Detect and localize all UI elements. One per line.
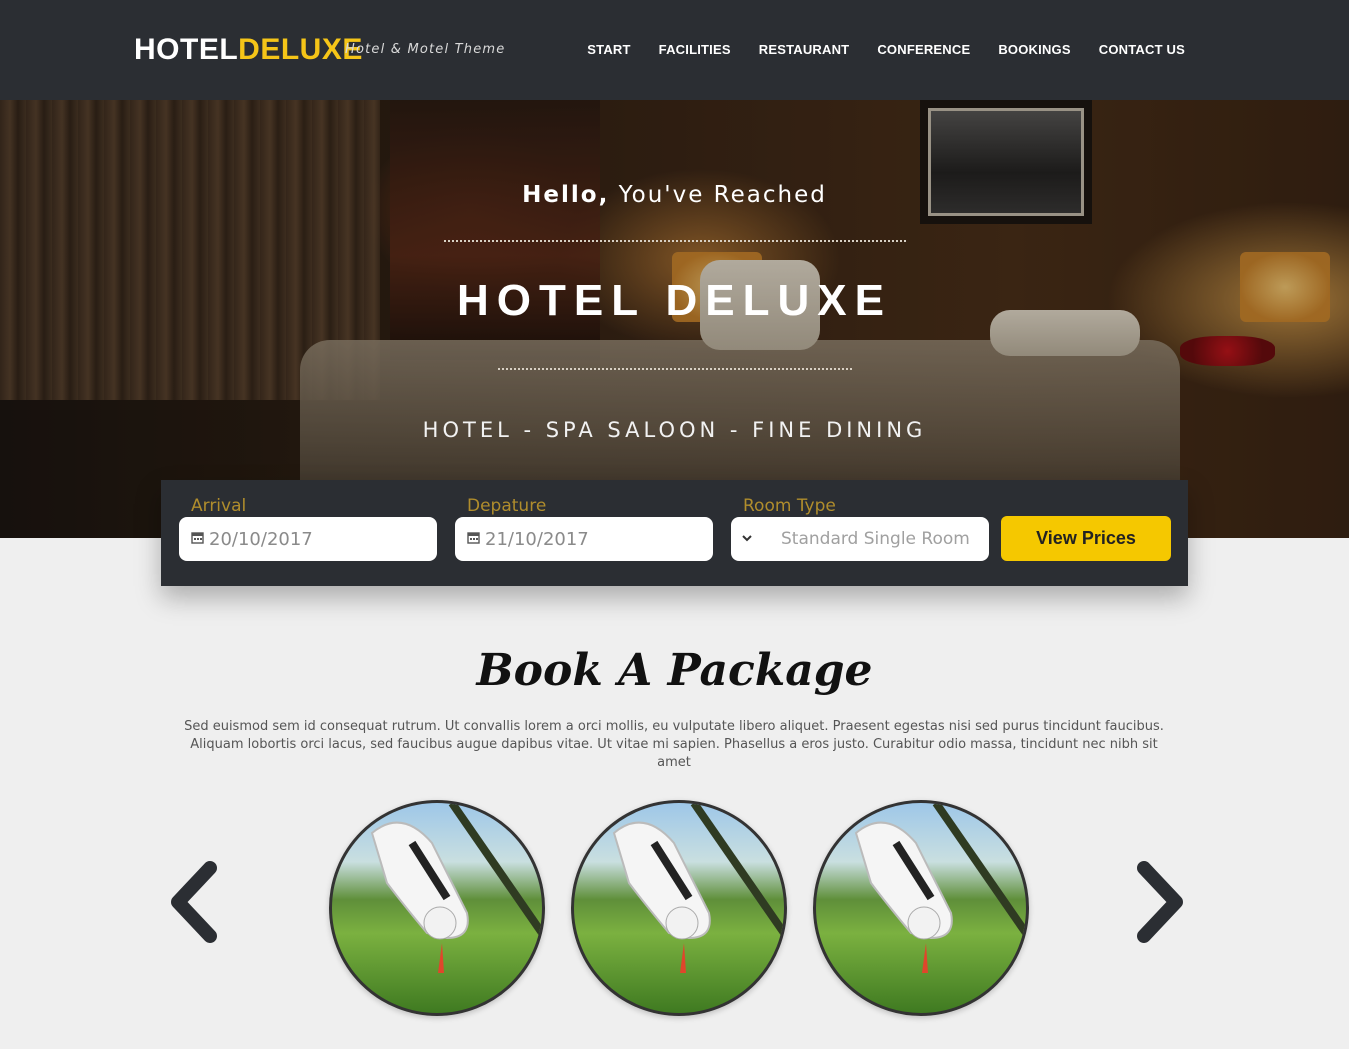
- hero-title: HOTEL DELUXE: [456, 276, 892, 325]
- nav-facilities[interactable]: FACILITIES: [659, 42, 731, 57]
- arrival-date-field[interactable]: 20/10/2017: [179, 517, 437, 561]
- package-description: Sed euismod sem id consequat rutrum. Ut …: [184, 719, 1164, 770]
- golf-glove-image: [370, 803, 542, 973]
- chevron-down-icon: [741, 531, 753, 547]
- hero-subtitle: HOTEL - SPA SALOON - FINE DINING: [422, 418, 927, 442]
- logo-text-hotel: HOTEL: [134, 33, 239, 66]
- site-header: HOTELDELUXE Hotel & Motel Theme START FA…: [0, 0, 1349, 100]
- hero-greeting-rest: You've Reached: [618, 182, 827, 208]
- hero-divider-bottom: [498, 368, 852, 370]
- arrival-label: Arrival: [191, 496, 247, 516]
- nav-contact-us[interactable]: CONTACT US: [1099, 42, 1185, 57]
- main-nav: START FACILITIES RESTAURANT CONFERENCE B…: [587, 42, 1185, 57]
- room-type-label: Room Type: [743, 496, 836, 516]
- departure-date-value: 21/10/2017: [485, 528, 589, 550]
- nav-start[interactable]: START: [587, 42, 630, 57]
- package-title: Book A Package: [476, 645, 873, 696]
- calendar-icon: [191, 531, 204, 548]
- chevron-right-icon: [1137, 861, 1183, 943]
- view-prices-button[interactable]: View Prices: [1001, 516, 1171, 561]
- calendar-icon: [467, 531, 480, 548]
- golf-glove-image: [854, 803, 1026, 973]
- golf-glove-image: [612, 803, 784, 973]
- chevron-left-icon: [171, 861, 217, 943]
- package-image-golf[interactable]: [813, 800, 1029, 1016]
- hero-banner: Hello, You've Reached HOTEL DELUXE HOTEL…: [0, 100, 1349, 538]
- departure-label: Depature: [467, 496, 547, 516]
- room-type-select[interactable]: Standard Single Room: [731, 517, 989, 561]
- package-image-golf[interactable]: [329, 800, 545, 1016]
- logo[interactable]: HOTELDELUXE: [134, 33, 363, 67]
- nav-conference[interactable]: CONFERENCE: [877, 42, 970, 57]
- tagline: Hotel & Motel Theme: [345, 42, 506, 57]
- hero-greeting: Hello, You've Reached: [0, 182, 1349, 208]
- nav-restaurant[interactable]: RESTAURANT: [759, 42, 850, 57]
- departure-date-field[interactable]: 21/10/2017: [455, 517, 713, 561]
- package-image-golf[interactable]: [571, 800, 787, 1016]
- carousel-next-button[interactable]: [1130, 858, 1190, 948]
- room-type-value: Standard Single Room: [781, 529, 970, 549]
- nav-bookings[interactable]: BOOKINGS: [998, 42, 1070, 57]
- carousel-prev-button[interactable]: [166, 858, 226, 948]
- arrival-date-value: 20/10/2017: [209, 528, 313, 550]
- hero-divider-top: [444, 240, 906, 242]
- booking-form: Arrival 20/10/2017 Depature 21/10/2017 R…: [161, 480, 1188, 586]
- hero-greeting-bold: Hello,: [522, 182, 610, 208]
